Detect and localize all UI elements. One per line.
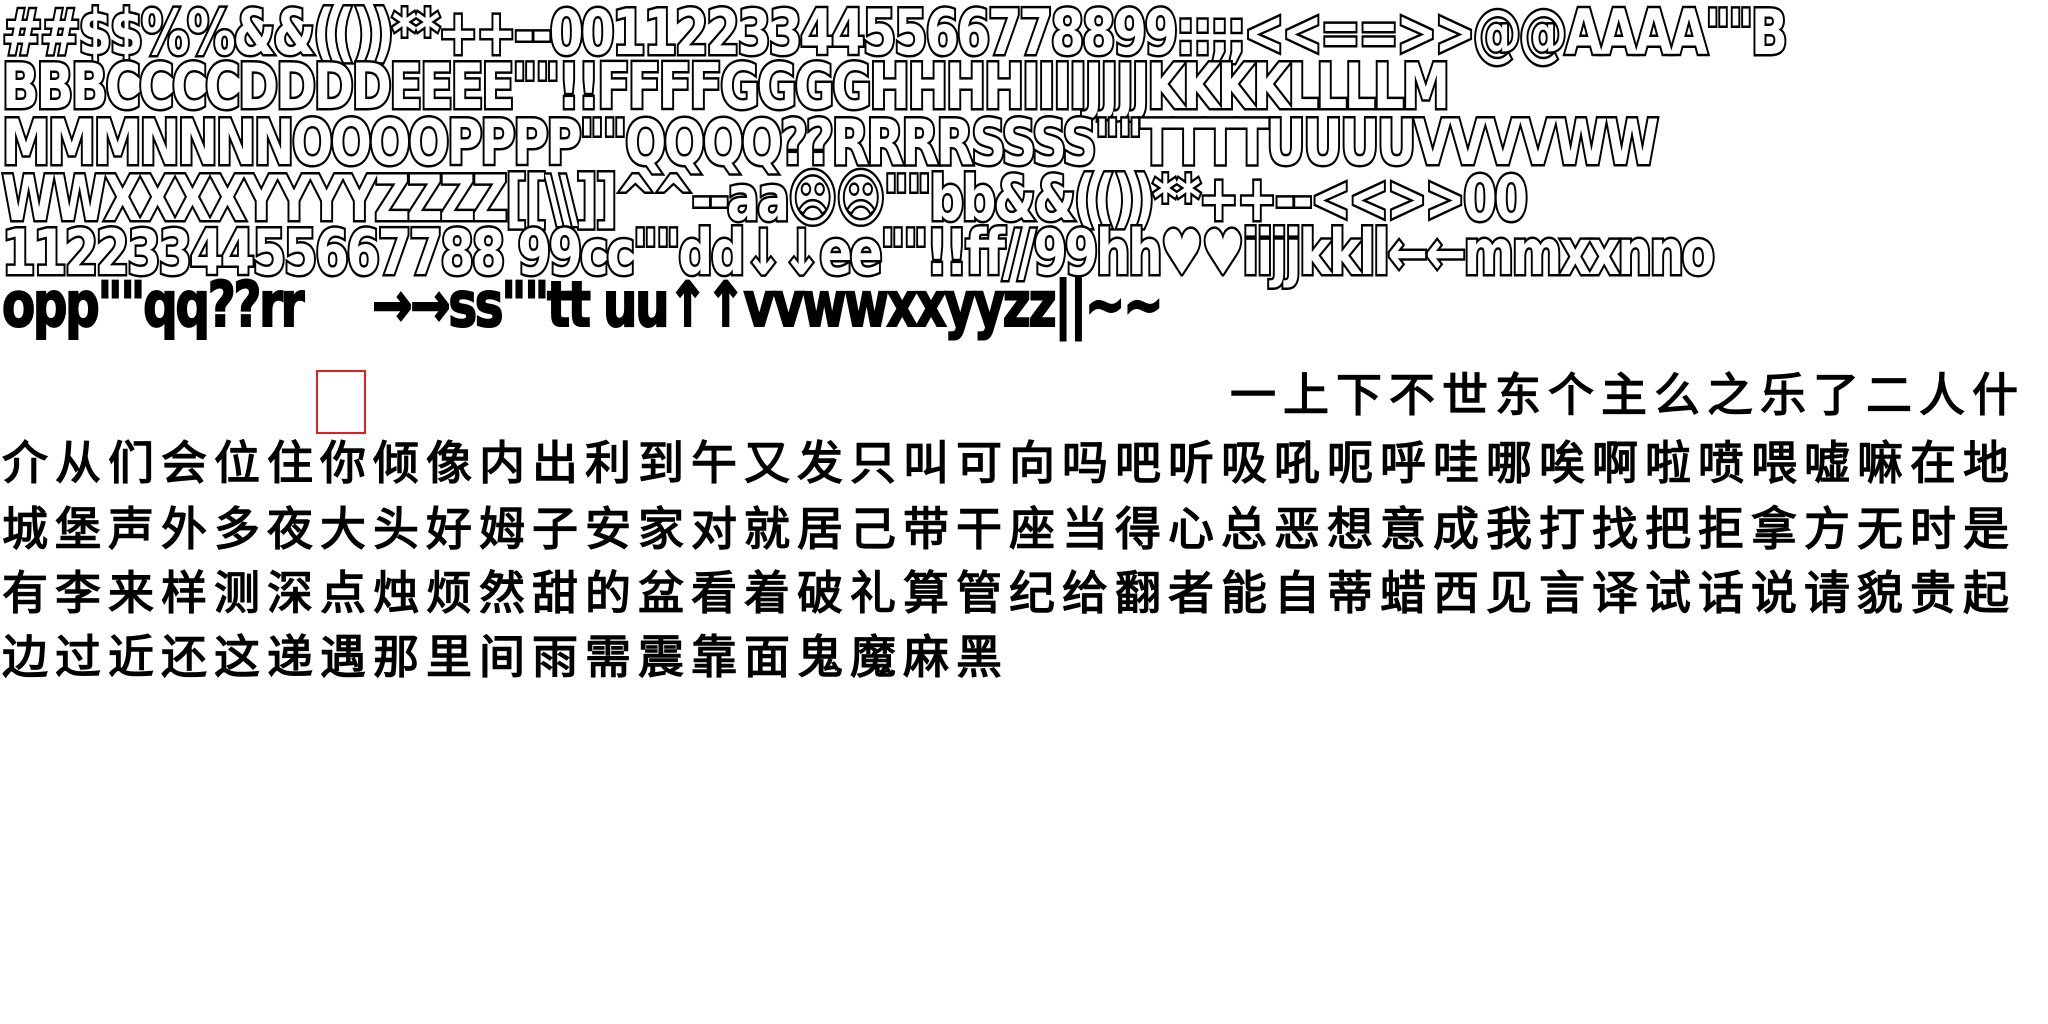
glyph-cell-highlight: [316, 370, 366, 434]
cjk-row-1: 一上下不世东个主么之乐了二人什: [1230, 368, 2025, 422]
glyph-atlas: ##$$%%&&(())**++--00112233445566778899::…: [0, 0, 2048, 1024]
cjk-row-2: 介从们会位住你倾像内出利到午又发只叫可向吗吧听吸吼呃呼哇哪唉啊啦喷喂嘘嘛在地: [2, 436, 2016, 490]
cjk-row-3: 城堡声外多夜大头好姆子安家对就居己带干座当得心总恶想意成我打找把拒拿方无时是: [2, 502, 2016, 556]
cjk-row-5: 边过近还这递遇那里间雨需震靠面鬼魔麻黑: [2, 630, 1009, 684]
glyph-row-6-start: opp""qq??rr: [1, 268, 305, 341]
cjk-row-4: 有李来样测深点烛烦然甜的盆看着破礼算管纪给翻者能自蒂蜡西见言译试话说请貌贵起: [2, 566, 2016, 620]
glyph-row-6-tail: →→ss""tt uu↑↑vvwwxxyyzz||~~: [371, 268, 1164, 341]
